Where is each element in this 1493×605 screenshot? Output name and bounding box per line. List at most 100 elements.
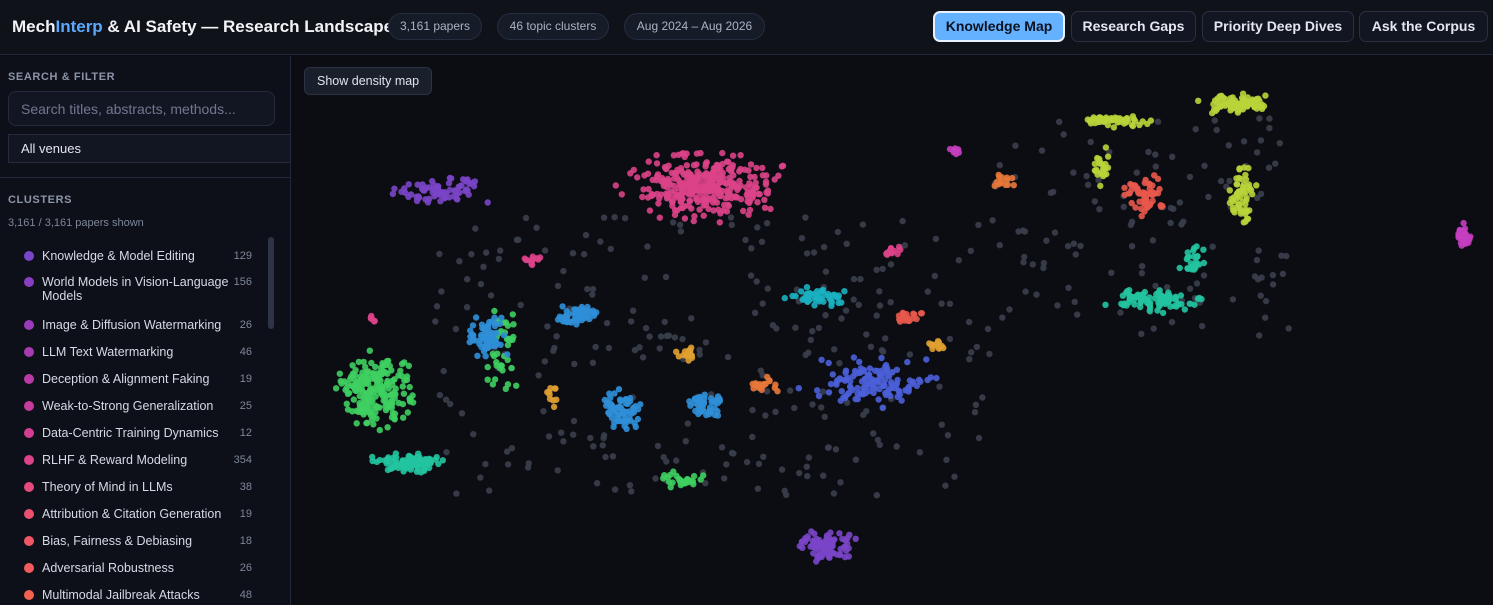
paper-point[interactable] bbox=[589, 359, 597, 366]
paper-point[interactable] bbox=[713, 175, 720, 183]
paper-point[interactable] bbox=[701, 171, 709, 179]
paper-point[interactable] bbox=[360, 411, 367, 418]
paper-point[interactable] bbox=[1252, 97, 1259, 104]
paper-point[interactable] bbox=[895, 387, 902, 394]
paper-point[interactable] bbox=[1272, 160, 1279, 167]
paper-point[interactable] bbox=[484, 199, 491, 206]
paper-point[interactable] bbox=[844, 534, 851, 542]
paper-point[interactable] bbox=[554, 467, 561, 474]
paper-point[interactable] bbox=[764, 285, 771, 292]
paper-point[interactable] bbox=[696, 206, 703, 213]
paper-point[interactable] bbox=[759, 300, 766, 307]
paper-point[interactable] bbox=[1180, 218, 1187, 225]
paper-point[interactable] bbox=[724, 201, 732, 208]
paper-point[interactable] bbox=[1149, 191, 1156, 199]
paper-point[interactable] bbox=[1262, 297, 1270, 305]
paper-point[interactable] bbox=[691, 183, 699, 191]
paper-point[interactable] bbox=[1146, 180, 1153, 187]
paper-point[interactable] bbox=[1128, 199, 1135, 207]
paper-point[interactable] bbox=[804, 472, 811, 480]
paper-point[interactable] bbox=[603, 319, 611, 327]
paper-point[interactable] bbox=[835, 299, 842, 307]
paper-point[interactable] bbox=[667, 471, 674, 479]
paper-point[interactable] bbox=[716, 192, 723, 200]
paper-point[interactable] bbox=[600, 214, 608, 221]
paper-point[interactable] bbox=[399, 383, 406, 390]
paper-point[interactable] bbox=[404, 409, 411, 416]
paper-point[interactable] bbox=[380, 362, 387, 369]
cluster-item[interactable]: RLHF & Reward Modeling 354 bbox=[24, 446, 260, 473]
paper-point[interactable] bbox=[639, 193, 646, 201]
paper-point[interactable] bbox=[463, 186, 470, 193]
paper-point[interactable] bbox=[706, 404, 714, 411]
paper-point[interactable] bbox=[968, 349, 975, 356]
paper-point[interactable] bbox=[363, 419, 370, 427]
paper-point[interactable] bbox=[694, 401, 702, 409]
paper-point[interactable] bbox=[721, 179, 729, 186]
paper-point[interactable] bbox=[593, 480, 601, 487]
paper-point[interactable] bbox=[452, 325, 460, 333]
paper-point[interactable] bbox=[1051, 229, 1059, 236]
paper-point[interactable] bbox=[744, 198, 751, 205]
cluster-item[interactable]: Data-Centric Training Dynamics 12 bbox=[24, 419, 260, 446]
paper-point[interactable] bbox=[349, 362, 356, 369]
paper-point[interactable] bbox=[1150, 325, 1157, 332]
paper-point[interactable] bbox=[1071, 298, 1078, 306]
paper-point[interactable] bbox=[646, 333, 653, 340]
paper-point[interactable] bbox=[365, 399, 372, 406]
paper-point[interactable] bbox=[384, 424, 391, 431]
paper-point[interactable] bbox=[657, 333, 665, 340]
paper-point[interactable] bbox=[955, 257, 962, 264]
paper-point[interactable] bbox=[701, 184, 708, 191]
paper-point[interactable] bbox=[1233, 100, 1240, 107]
paper-point[interactable] bbox=[933, 374, 940, 382]
paper-point[interactable] bbox=[786, 387, 794, 394]
paper-point[interactable] bbox=[882, 335, 889, 342]
paper-point[interactable] bbox=[1262, 92, 1269, 99]
paper-point[interactable] bbox=[1108, 269, 1115, 276]
paper-point[interactable] bbox=[736, 168, 743, 175]
paper-point[interactable] bbox=[778, 466, 786, 473]
paper-point[interactable] bbox=[372, 404, 379, 411]
paper-point[interactable] bbox=[1253, 149, 1261, 156]
paper-point[interactable] bbox=[546, 395, 554, 403]
paper-point[interactable] bbox=[1466, 236, 1473, 243]
paper-point[interactable] bbox=[888, 384, 895, 391]
paper-point[interactable] bbox=[350, 396, 357, 403]
paper-point[interactable] bbox=[1103, 114, 1110, 121]
paper-point[interactable] bbox=[655, 200, 662, 207]
paper-point[interactable] bbox=[443, 449, 450, 456]
cluster-list-scrollbar[interactable] bbox=[268, 237, 274, 329]
paper-point[interactable] bbox=[1169, 153, 1176, 160]
paper-point[interactable] bbox=[724, 187, 731, 194]
paper-point[interactable] bbox=[1229, 94, 1236, 101]
paper-point[interactable] bbox=[825, 444, 832, 451]
paper-point[interactable] bbox=[601, 396, 608, 404]
paper-point[interactable] bbox=[1040, 264, 1047, 272]
paper-point[interactable] bbox=[358, 404, 365, 411]
paper-point[interactable] bbox=[862, 375, 869, 383]
paper-point[interactable] bbox=[390, 457, 397, 464]
paper-point[interactable] bbox=[719, 149, 726, 157]
paper-point[interactable] bbox=[553, 396, 560, 403]
paper-point[interactable] bbox=[656, 214, 663, 221]
paper-point[interactable] bbox=[1033, 291, 1040, 298]
paper-point[interactable] bbox=[504, 341, 512, 349]
paper-point[interactable] bbox=[876, 302, 884, 309]
paper-point[interactable] bbox=[1192, 126, 1199, 133]
paper-point[interactable] bbox=[761, 204, 769, 211]
cluster-item[interactable]: Deception & Alignment Faking 19 bbox=[24, 365, 260, 392]
paper-point[interactable] bbox=[385, 357, 392, 365]
paper-point[interactable] bbox=[570, 417, 578, 425]
paper-point[interactable] bbox=[373, 458, 381, 466]
paper-point[interactable] bbox=[498, 314, 505, 321]
paper-point[interactable] bbox=[649, 176, 656, 184]
paper-point[interactable] bbox=[678, 168, 685, 175]
paper-point[interactable] bbox=[893, 443, 900, 450]
paper-point[interactable] bbox=[1138, 205, 1145, 212]
paper-point[interactable] bbox=[1102, 301, 1109, 308]
paper-point[interactable] bbox=[742, 236, 749, 244]
paper-point[interactable] bbox=[728, 221, 735, 229]
paper-point[interactable] bbox=[803, 250, 811, 257]
paper-point[interactable] bbox=[660, 475, 667, 482]
